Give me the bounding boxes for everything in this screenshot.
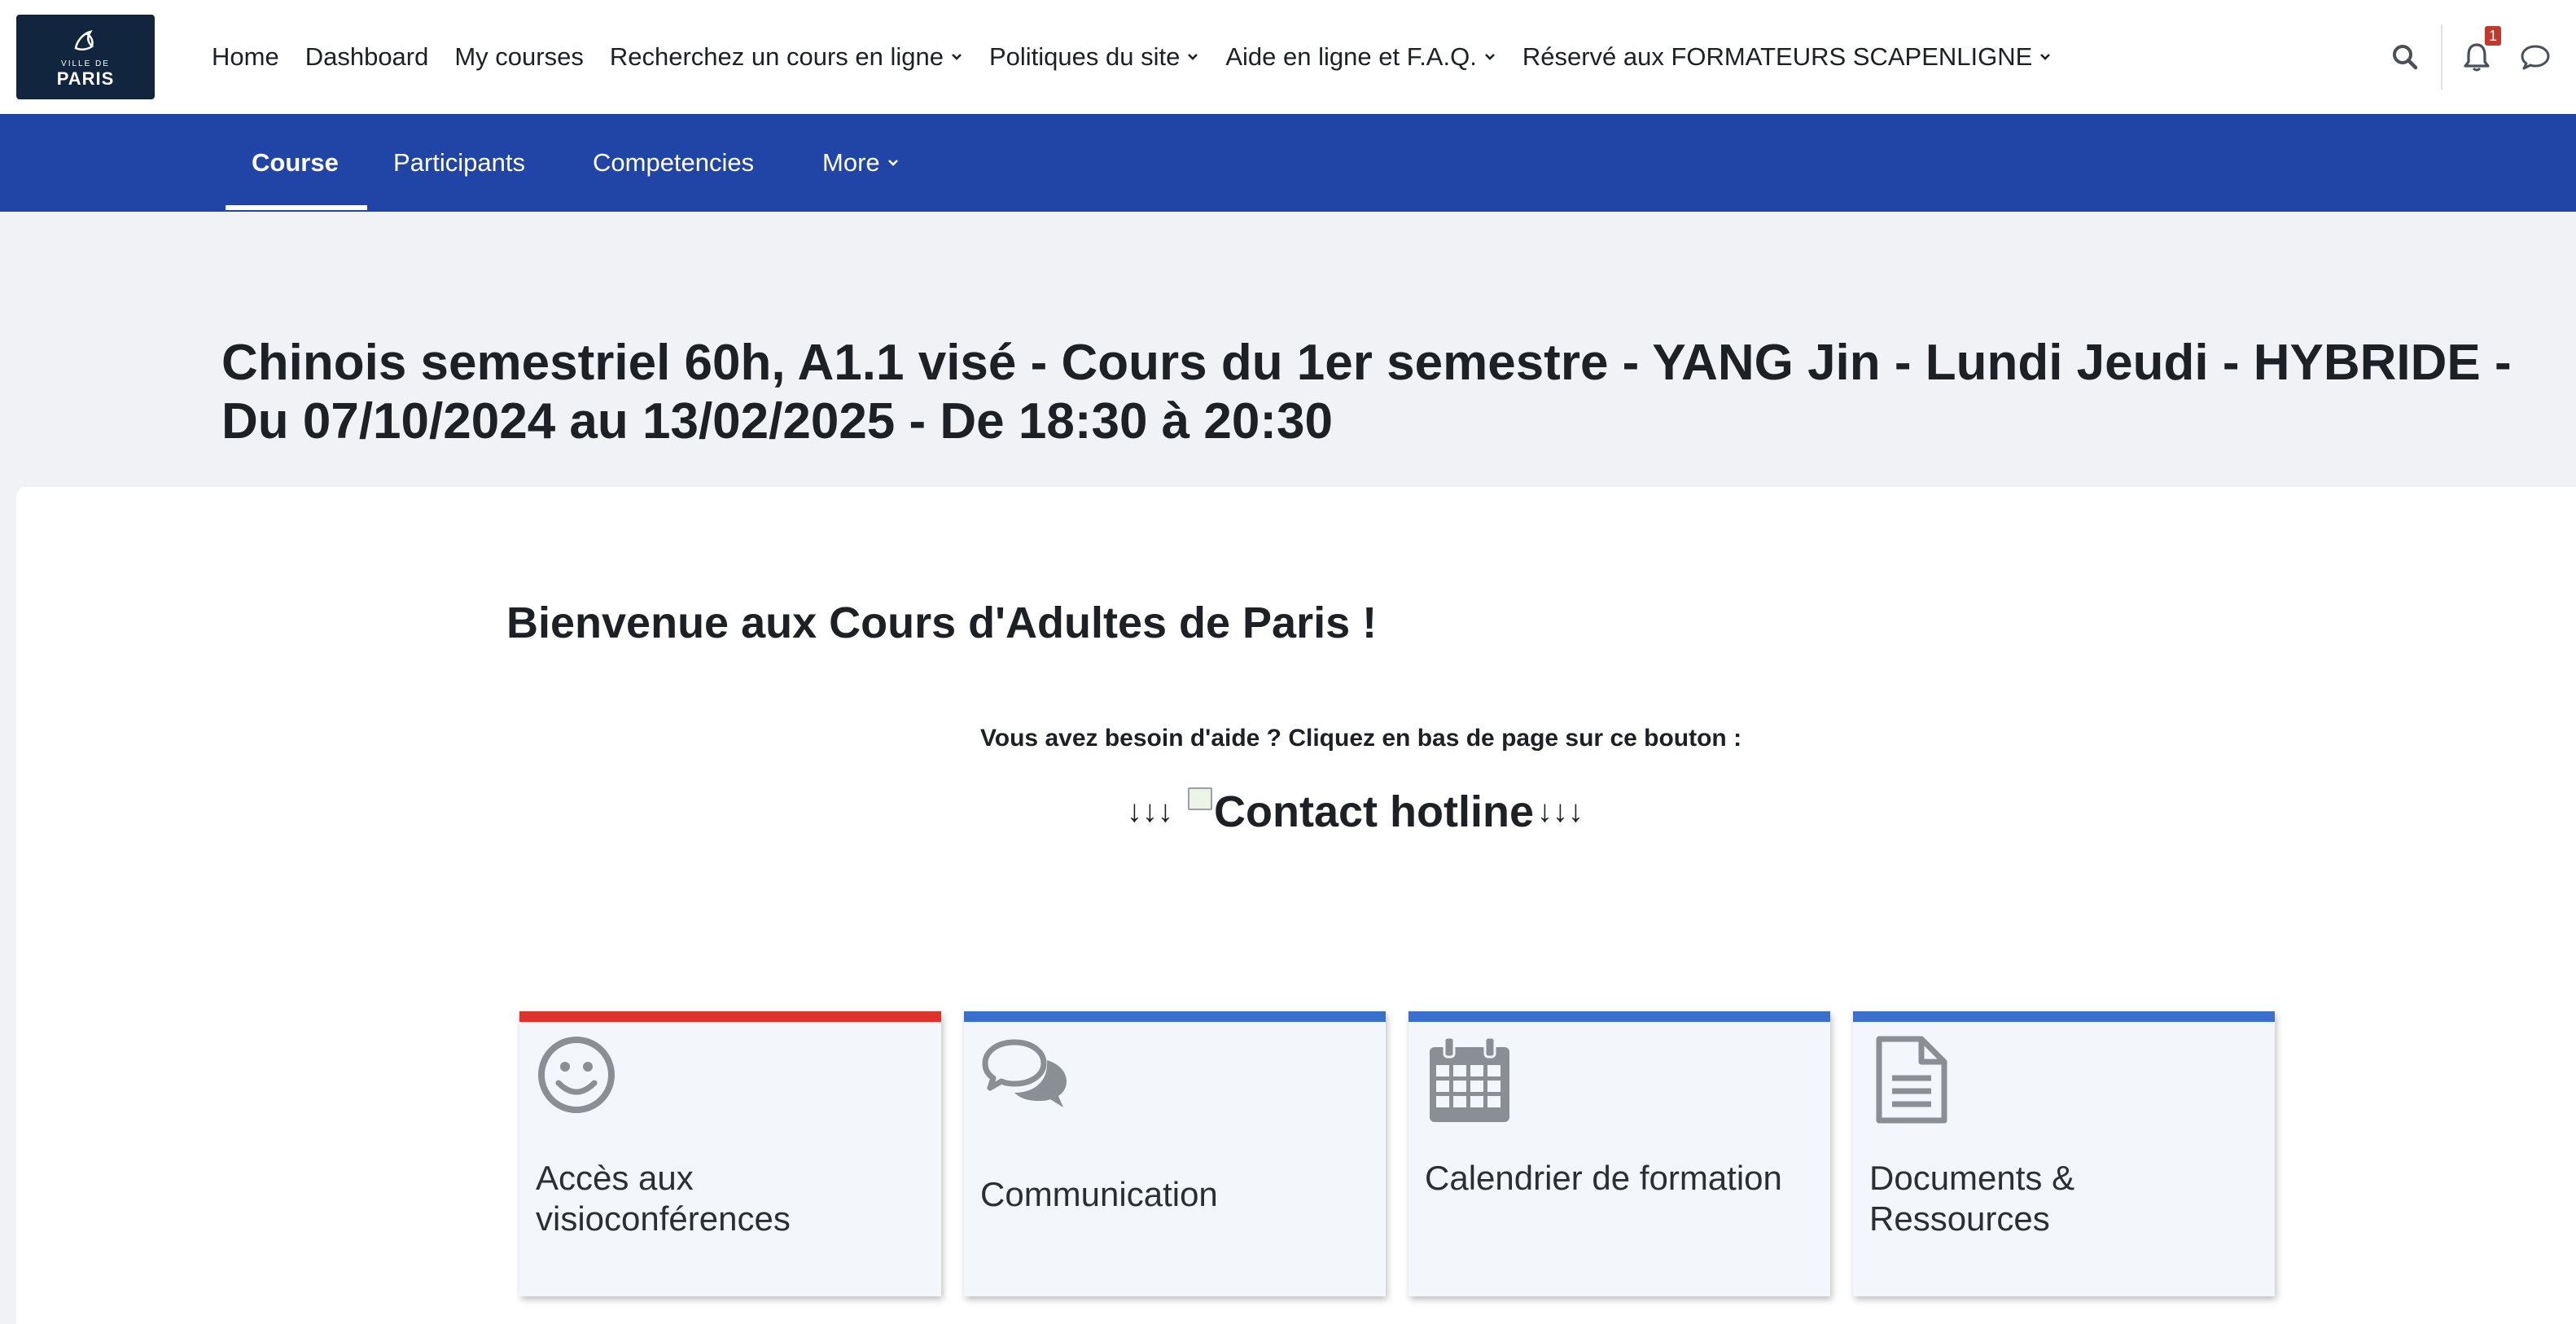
nav-formateurs-label: Réservé aux FORMATEURS SCAPENLIGNE bbox=[1522, 42, 2033, 71]
tile-accent-bar bbox=[1853, 1011, 2275, 1022]
nav-dashboard-label: Dashboard bbox=[304, 42, 429, 71]
nav-aide-faq[interactable]: Aide en ligne et F.A.Q. bbox=[1212, 42, 1509, 72]
nav-dashboard[interactable]: Dashboard bbox=[292, 42, 442, 72]
contact-hotline-image[interactable]: Contact hotline bbox=[1188, 787, 1534, 837]
tile-calendrier[interactable]: Calendrier de formation bbox=[1408, 1011, 1830, 1296]
calendar-icon bbox=[1430, 1036, 1509, 1122]
comments-icon bbox=[982, 1039, 1067, 1107]
notification-count-badge: 1 bbox=[2484, 26, 2501, 46]
search-icon bbox=[2393, 45, 2418, 70]
tile-label: Calendrier de formation bbox=[1425, 1159, 1782, 1197]
tab-course[interactable]: Course bbox=[252, 114, 339, 212]
paris-ship-icon bbox=[74, 29, 94, 50]
chevron-down-icon bbox=[887, 160, 898, 166]
bell-icon bbox=[2464, 43, 2490, 72]
messages-button[interactable] bbox=[2517, 39, 2553, 75]
tile-communication[interactable]: Communication bbox=[964, 1011, 1386, 1296]
active-tab-indicator bbox=[226, 205, 367, 210]
notifications-button[interactable]: 1 bbox=[2459, 26, 2501, 75]
tile-accent-bar bbox=[964, 1011, 1386, 1022]
ville-de-paris-logo[interactable]: VILLE DE PARIS bbox=[16, 15, 155, 99]
tile-visioconferences[interactable]: Accès aux visioconférences bbox=[519, 1011, 941, 1296]
smiley-icon bbox=[538, 1037, 615, 1113]
tile-accent-bar bbox=[519, 1011, 941, 1022]
tile-label: Accès aux visioconférences bbox=[536, 1159, 791, 1238]
top-navbar: VILLE DE PARIS Home Dashboard My courses… bbox=[0, 0, 2576, 114]
tile-documents[interactable]: Documents & Ressources bbox=[1853, 1011, 2275, 1296]
chevron-down-icon bbox=[2040, 54, 2051, 60]
help-instructions: Vous avez besoin d'aide ? Cliquez en bas… bbox=[980, 725, 1742, 752]
broken-image-icon bbox=[1188, 787, 1212, 810]
tab-more[interactable]: More bbox=[822, 114, 900, 212]
primary-navigation: Home Dashboard My courses Recherchez un … bbox=[199, 0, 2065, 114]
course-secondary-navigation: Course Participants Competencies More bbox=[0, 114, 2576, 212]
tile-label: Documents & Ressources bbox=[1869, 1159, 2075, 1238]
tab-competencies[interactable]: Competencies bbox=[593, 114, 754, 212]
nav-home[interactable]: Home bbox=[199, 42, 292, 72]
tab-more-label: More bbox=[822, 148, 880, 177]
nav-my-courses-label: My courses bbox=[454, 42, 584, 71]
nav-home-label: Home bbox=[212, 42, 279, 71]
nav-my-courses[interactable]: My courses bbox=[441, 42, 596, 72]
message-bubble-icon bbox=[2521, 45, 2550, 70]
nav-politiques[interactable]: Politiques du site bbox=[976, 42, 1212, 72]
nav-recherchez-cours-label: Recherchez un cours en ligne bbox=[609, 42, 944, 71]
contact-hotline-alt-text: Contact hotline bbox=[1214, 787, 1534, 836]
nav-politiques-label: Politiques du site bbox=[988, 42, 1181, 71]
tab-participants[interactable]: Participants bbox=[393, 114, 525, 212]
tile-label: Communication bbox=[980, 1175, 1218, 1213]
tile-accent-bar bbox=[1408, 1011, 1830, 1022]
chevron-down-icon bbox=[1484, 54, 1495, 60]
navbar-actions: 1 bbox=[2387, 0, 2576, 114]
chevron-down-icon bbox=[952, 54, 962, 60]
document-icon bbox=[1876, 1036, 1947, 1124]
nav-aide-faq-label: Aide en ligne et F.A.Q. bbox=[1225, 42, 1477, 71]
welcome-heading: Bienvenue aux Cours d'Adultes de Paris ! bbox=[506, 598, 1378, 647]
nav-recherchez-cours[interactable]: Recherchez un cours en ligne bbox=[597, 42, 976, 72]
contact-hotline: ↓↓↓ Contact hotline ↓↓↓ bbox=[1127, 787, 1584, 837]
navbar-divider bbox=[2441, 24, 2442, 90]
nav-formateurs[interactable]: Réservé aux FORMATEURS SCAPENLIGNE bbox=[1509, 42, 2065, 72]
logo-line2: PARIS bbox=[56, 68, 115, 89]
arrows-left: ↓↓↓ bbox=[1127, 794, 1173, 829]
page-title: Chinois semestriel 60h, A1.1 visé - Cour… bbox=[221, 335, 2512, 449]
arrows-right: ↓↓↓ bbox=[1536, 794, 1584, 829]
chevron-down-icon bbox=[1188, 54, 1198, 60]
search-button[interactable] bbox=[2387, 39, 2423, 75]
logo-line1: VILLE DE bbox=[61, 59, 110, 68]
